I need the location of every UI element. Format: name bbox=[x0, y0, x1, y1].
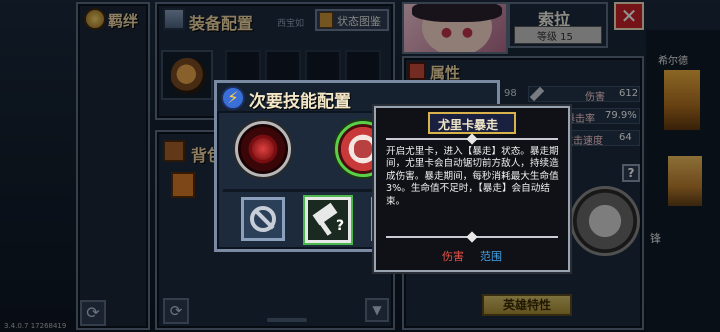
tooltip-title: 尤里卡暴走 bbox=[438, 118, 499, 132]
tag-damage: 伤害 bbox=[442, 250, 464, 263]
skill-tooltip: 尤里卡暴走 开启尤里卡，进入【暴走】状态。暴走期间，尤里卡会自动锯切前方敌人，持… bbox=[374, 106, 570, 272]
dialog-title: 次要技能配置 bbox=[249, 92, 351, 112]
mystery-skill-button[interactable]: ? bbox=[305, 197, 351, 243]
tooltip-ornament-gem bbox=[466, 133, 478, 145]
prohibited-slash bbox=[253, 208, 275, 230]
tooltip-ornament-gem bbox=[466, 231, 478, 243]
hammer-icon bbox=[312, 202, 338, 226]
tag-range: 范围 bbox=[480, 250, 502, 263]
question-mark-icon: ? bbox=[336, 218, 345, 234]
rune-icon bbox=[252, 138, 274, 160]
lightning-icon: ⚡ bbox=[221, 86, 245, 110]
game-screen: 羁绊 ⟳ 装备配置 西宝如 状态图鉴 背包 ⟳ ▼ 索拉 等级 15 ✕ 属性 … bbox=[0, 0, 720, 332]
prohibited-icon bbox=[250, 206, 276, 232]
beast-icon bbox=[354, 140, 372, 158]
skill-red-rune-button[interactable] bbox=[235, 121, 291, 177]
tooltip-title-plate: 尤里卡暴走 bbox=[428, 112, 516, 134]
tooltip-description: 开启尤里卡，进入【暴走】状态。暴走期间，尤里卡会自动锯切前方敌人，持续造成伤害。… bbox=[386, 146, 559, 207]
no-skill-button[interactable] bbox=[241, 197, 285, 241]
